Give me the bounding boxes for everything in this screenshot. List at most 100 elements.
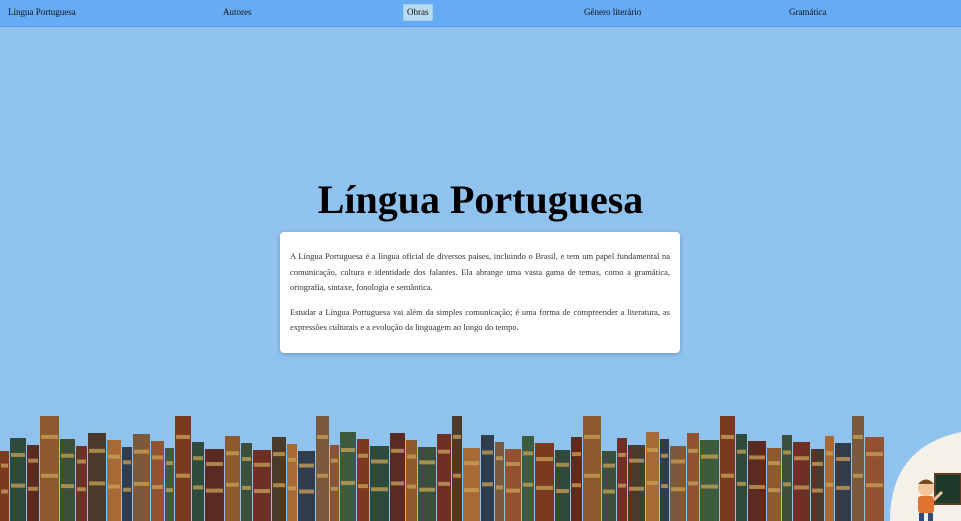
book-spine [748, 441, 766, 521]
book-spine-band [407, 454, 416, 459]
book-spine [175, 416, 191, 521]
book-spine-band [288, 457, 296, 462]
book-spine-band [273, 452, 285, 457]
book-spine-band [273, 483, 285, 488]
book-spine-band [317, 473, 328, 478]
book-spine-band [453, 434, 461, 439]
book-spine [852, 416, 864, 521]
book-spine [192, 442, 204, 521]
book-spine [418, 447, 436, 521]
book-spine-band [661, 484, 668, 489]
book-spine-band [226, 482, 239, 487]
teacher-leg-right [928, 513, 933, 521]
book-spine-band [688, 448, 698, 453]
book-spine-band [618, 452, 626, 457]
page-title: Língua Portuguesa [317, 177, 644, 222]
intro-paragraph-1: A Língua Portuguesa é a língua oficial d… [290, 251, 670, 292]
book-spine-band [152, 455, 163, 460]
book-spine [646, 432, 659, 521]
nav-item-gramatica[interactable]: Gramática [786, 4, 829, 21]
book-spine [555, 450, 570, 521]
book-spine-band [688, 481, 698, 486]
book-spine-band [812, 488, 823, 493]
book-spine [406, 440, 417, 521]
book-spine-band [242, 457, 251, 462]
book-spine-band [1, 489, 8, 494]
book-spine [272, 437, 286, 521]
book-spine-band [671, 459, 685, 464]
book-spine-band [193, 485, 203, 490]
book-spine-band [152, 485, 163, 489]
nav-item-genero-literario[interactable]: Gênero literário [581, 4, 644, 21]
book-spine [505, 449, 521, 521]
book-spine-band [358, 453, 368, 458]
book-spine-band [391, 481, 404, 486]
book-spine-band [419, 460, 435, 465]
book-spine-band [826, 482, 833, 487]
book-spine-band [206, 488, 223, 493]
book-spine [253, 450, 271, 521]
nav-item-autores[interactable]: Autores [220, 4, 255, 21]
book-spine-band [853, 434, 863, 439]
book-spine-band [11, 452, 25, 457]
book-spine-band [768, 488, 780, 493]
chalkboard-shape [934, 473, 961, 505]
book-spine-band [464, 461, 479, 466]
book-spine [736, 434, 747, 521]
book-spine-band [242, 485, 251, 490]
book-spine-band [647, 448, 658, 453]
book-spine-band [768, 461, 780, 466]
teacher-body-shape [918, 496, 934, 513]
book-spine [811, 449, 824, 521]
book-spine-band [853, 473, 863, 478]
book-spine-band [358, 484, 368, 489]
bookshelf-illustration [0, 416, 884, 521]
book-spine [495, 442, 504, 521]
book-spine-band [317, 434, 328, 439]
book-spine-band [523, 482, 533, 487]
book-spine-band [464, 488, 479, 493]
book-spine-band [77, 459, 86, 464]
book-spine [602, 451, 616, 521]
book-spine-band [391, 448, 404, 453]
book-spine [88, 433, 106, 521]
book-spine-band [134, 449, 149, 454]
book-spine-band [438, 449, 450, 454]
book-spine-band [629, 486, 644, 491]
book-spine-band [618, 483, 626, 488]
book-spine-band [288, 486, 296, 491]
nav-item-obras[interactable]: Obras [403, 4, 433, 21]
book-spine-band [123, 460, 131, 465]
book-spine-band [794, 485, 809, 490]
book-spine-band [438, 481, 450, 486]
book-spine-band [603, 463, 615, 468]
book-spine-band [193, 456, 203, 461]
book-spine [316, 416, 329, 521]
book-spine [0, 451, 9, 521]
book-spine [700, 440, 719, 521]
book-spine [340, 432, 356, 521]
book-spine [452, 416, 462, 521]
book-spine-band [701, 454, 718, 459]
book-spine-band [661, 453, 668, 458]
book-spine-band [419, 487, 435, 492]
book-spine-band [331, 458, 338, 463]
book-spine-band [584, 434, 600, 439]
book-spine [241, 443, 252, 521]
book-spine-band [701, 484, 718, 489]
book-spine-band [254, 489, 270, 494]
nav-item-lingua-portuguesa[interactable]: Língua Portuguesa [5, 4, 79, 21]
book-spine-band [254, 462, 270, 467]
book-spine [107, 440, 121, 521]
book-spine-band [836, 485, 850, 490]
book-spine-band [482, 482, 493, 487]
book-spine [767, 448, 781, 521]
book-spine-band [536, 485, 553, 490]
book-spine-band [226, 451, 239, 456]
book-spine-band [603, 489, 615, 494]
teacher-illustration [890, 432, 961, 521]
book-spine-band [299, 463, 314, 468]
book-spine-band [584, 473, 600, 478]
book-spine-band [89, 448, 105, 453]
book-spine-band [836, 457, 850, 462]
